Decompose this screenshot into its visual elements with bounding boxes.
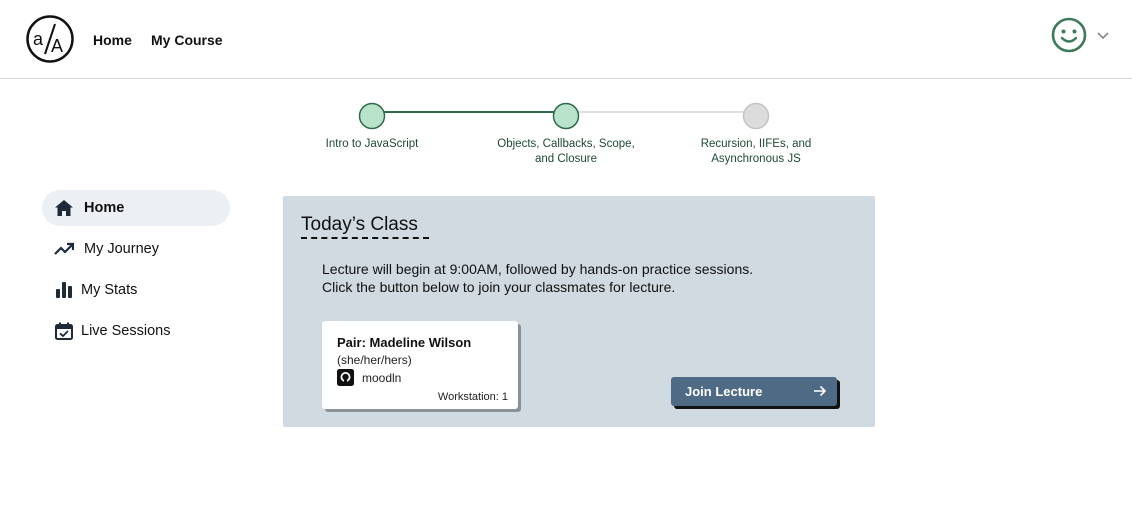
arrow-right-icon [814,385,827,397]
sidebar-nav: Home My Journey My Stats Live Sessions [42,190,230,354]
sidebar-item-my-journey[interactable]: My Journey [42,231,230,267]
join-lecture-label: Join Lecture [685,384,763,399]
step-marker-2[interactable] [552,102,580,130]
smiley-face-icon[interactable] [1051,17,1087,53]
step-marker-1[interactable] [358,102,386,130]
title-underline [301,237,429,239]
app-logo[interactable]: a A [26,15,74,63]
lecture-description: Lecture will begin at 9:00AM, followed b… [322,260,842,296]
bar-chart-icon [54,281,74,299]
nav-my-course-link[interactable]: My Course [151,32,223,48]
join-lecture-button[interactable]: Join Lecture [671,377,837,406]
sidebar-item-label: My Stats [81,282,138,298]
pair-name: Pair: Madeline Wilson [337,335,472,350]
sidebar-item-label: Home [84,200,125,216]
sidebar-item-label: My Journey [84,241,159,257]
sidebar-item-home[interactable]: Home [42,190,230,226]
github-icon [337,369,354,386]
sidebar-item-label: Live Sessions [81,323,171,339]
svg-text:A: A [51,36,63,56]
course-progress-tracker: Intro to JavaScript Objects, Callbacks, … [0,100,1132,180]
top-header: a A Home My Course [0,0,1132,79]
step-label-2: Objects, Callbacks, Scope, and Closure [497,138,635,165]
calendar-check-icon [54,322,74,340]
trending-up-icon [54,240,74,258]
pair-github-username: moodln [362,370,402,385]
lecture-line-1: Lecture will begin at 9:00AM, followed b… [322,261,754,277]
todays-class-title: Today’s Class [301,214,418,235]
progress-track [358,102,770,130]
step-label-3: Recursion, IIFEs, and Asynchronous JS [700,138,812,165]
pair-pronouns: (she/her/hers) [337,353,412,367]
step-label-1: Intro to JavaScript [325,138,419,150]
pair-workstation: Workstation: 1 [437,391,508,403]
todays-class-panel: Today’s Class Lecture will begin at 9:00… [283,196,875,427]
nav-home-link[interactable]: Home [93,32,132,48]
pair-github-link[interactable]: moodln [337,369,518,386]
pair-card: Pair: Madeline Wilson (she/her/hers) moo… [322,321,518,409]
lecture-line-2: Click the button below to join your clas… [322,279,676,295]
svg-text:a: a [33,29,44,49]
step-marker-3[interactable] [742,102,770,130]
sidebar-item-live-sessions[interactable]: Live Sessions [42,313,230,349]
home-icon [54,199,74,217]
sidebar-item-my-stats[interactable]: My Stats [42,272,230,308]
chevron-down-icon[interactable] [1096,31,1110,41]
